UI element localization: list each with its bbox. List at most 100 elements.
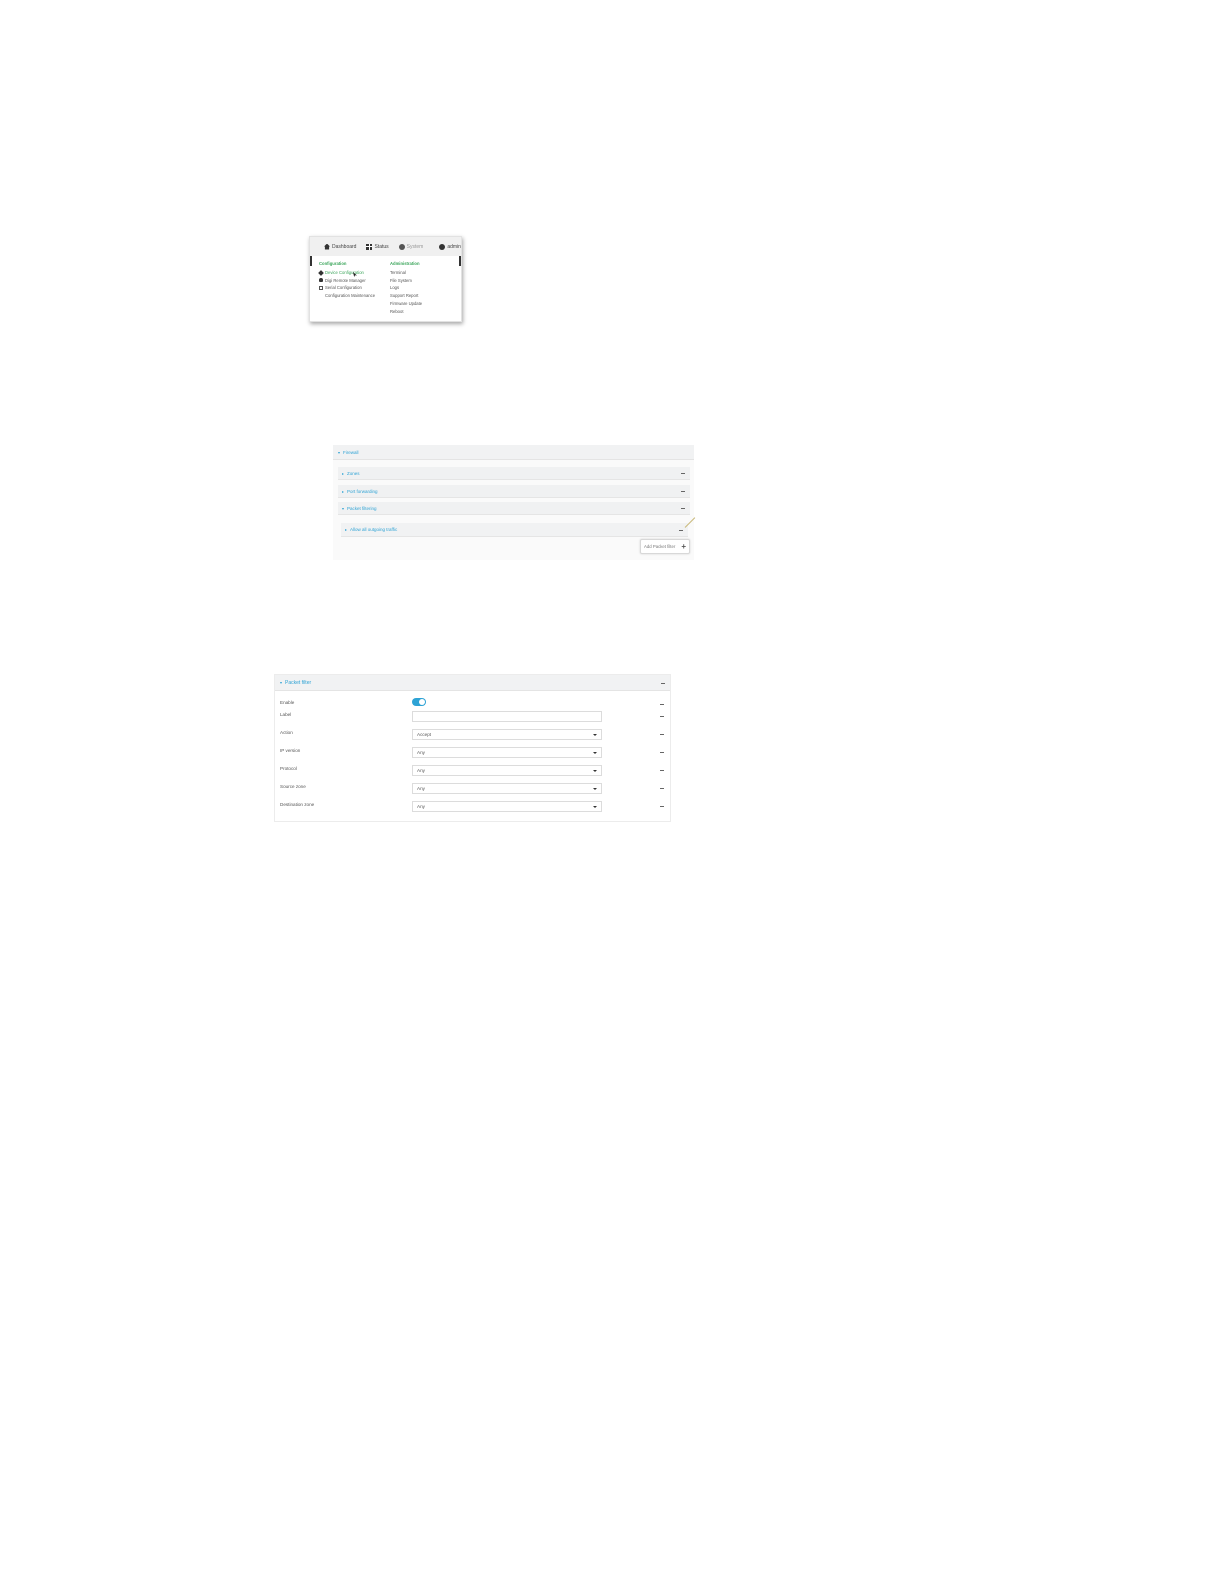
administration-column: Administration Terminal File System Logs… [390, 260, 422, 316]
section-port-forwarding[interactable]: ▸ Port forwarding [338, 485, 690, 498]
top-nav-bar: Dashboard Status System admin [310, 237, 461, 256]
minus-icon[interactable] [681, 491, 685, 492]
caret-down-icon [593, 751, 597, 754]
menu-edge-right [459, 256, 461, 266]
chevron-down-icon: ▾ [280, 680, 283, 685]
label-input[interactable] [412, 711, 602, 722]
nav-status-label: Status [374, 243, 389, 250]
minus-icon[interactable] [661, 682, 665, 684]
chevron-right-icon: ▸ [342, 470, 345, 476]
nav-dashboard[interactable]: Dashboard [324, 243, 357, 250]
source-zone-select[interactable]: Any [412, 783, 602, 794]
protocol-select[interactable]: Any [412, 765, 602, 776]
menu-item-digi-remote-manager[interactable]: Digi Remote Manager [319, 277, 390, 285]
blank-icon [319, 294, 323, 298]
menu-item-reboot[interactable]: Reboot [390, 308, 422, 316]
caret-down-icon [593, 805, 597, 808]
section-label: Packet filtering [347, 505, 377, 511]
field-label: Action [280, 730, 293, 735]
section-label: Zones [347, 470, 360, 476]
minus-icon[interactable] [660, 752, 664, 753]
minus-icon[interactable] [660, 806, 664, 807]
administration-heading: Administration [390, 261, 420, 266]
cloud-icon [319, 278, 323, 283]
enable-toggle[interactable] [412, 698, 426, 706]
field-enable: Enable [275, 698, 670, 710]
nav-admin[interactable]: admin [439, 243, 461, 250]
menu-item-label: Serial Configuration [325, 285, 362, 291]
select-value: Any [417, 804, 425, 809]
nav-system-label: System [406, 243, 424, 250]
system-menu-screenshot: Dashboard Status System admin Configurat… [309, 236, 462, 322]
ip-version-select[interactable]: Any [412, 747, 602, 758]
toggle-knob [419, 699, 425, 705]
firewall-screenshot: ▾ Firewall ▸ Zones ▸ Port forwarding ▾ P… [333, 445, 696, 560]
section-label: Port forwarding [347, 488, 378, 494]
add-packet-filter-label: Add Packet filter [644, 544, 676, 549]
configuration-heading: Configuration [319, 261, 347, 266]
minus-icon[interactable] [660, 734, 664, 735]
serial-icon [319, 286, 323, 291]
wrench-icon [318, 269, 324, 276]
menu-item-label: Digi Remote Manager [325, 277, 366, 283]
select-value: Any [417, 750, 425, 755]
system-dropdown: Configuration Device Configuration Digi … [310, 256, 461, 316]
configuration-column: Configuration Device Configuration Digi … [318, 260, 390, 316]
subsection-allow-outgoing[interactable]: ▸ Allow all outgoing traffic [341, 523, 688, 537]
field-label: Enable [280, 700, 295, 705]
firewall-header[interactable]: ▾ Firewall [333, 445, 694, 504]
dashboard-icon [324, 243, 330, 250]
menu-item-terminal[interactable]: Terminal [390, 269, 422, 277]
minus-icon[interactable] [679, 529, 683, 531]
field-label-row: Label [275, 710, 670, 722]
field-protocol: Protocol Any [275, 764, 670, 776]
section-zones[interactable]: ▸ Zones [338, 467, 690, 480]
field-label: Label [280, 712, 292, 717]
nav-admin-label: admin [447, 243, 461, 250]
chevron-down-icon: ▾ [342, 505, 345, 511]
menu-item-firmware-update[interactable]: Firmware Update [390, 300, 422, 308]
minus-icon[interactable] [681, 508, 685, 509]
nav-system[interactable]: System [398, 243, 424, 250]
field-label: Protocol [280, 766, 297, 771]
minus-icon[interactable] [681, 473, 685, 474]
destination-zone-select[interactable]: Any [412, 801, 602, 812]
caret-down-icon [593, 733, 597, 736]
select-value: Any [417, 786, 425, 791]
add-packet-filter-button[interactable]: Add Packet filter + [640, 539, 690, 554]
menu-edge-left [310, 256, 312, 266]
firewall-title: Firewall [343, 449, 359, 455]
minus-icon[interactable] [660, 770, 664, 771]
select-value: Accept [417, 732, 432, 737]
packet-filter-header[interactable]: ▾ Packet filter [275, 675, 670, 691]
packet-filter-screenshot: ▾ Packet filter Enable Label Action Acce… [274, 674, 671, 822]
chevron-right-icon: ▸ [345, 527, 348, 532]
minus-icon[interactable] [660, 716, 664, 717]
nav-status[interactable]: Status [366, 243, 389, 250]
menu-item-logs[interactable]: Logs [390, 284, 422, 292]
subsection-label: Allow all outgoing traffic [350, 527, 398, 532]
field-destination-zone: Destination zone Any [275, 800, 670, 812]
field-label: Source zone [280, 784, 306, 789]
caret-down-icon [593, 787, 597, 790]
field-action: Action Accept [275, 728, 670, 740]
menu-item-support-report[interactable]: Support Report [390, 292, 422, 300]
field-label: IP version [280, 748, 301, 753]
chevron-right-icon: ▸ [342, 488, 345, 494]
section-packet-filtering[interactable]: ▾ Packet filtering [338, 502, 690, 515]
menu-item-configuration-maintenance[interactable]: Configuration Maintenance [319, 292, 390, 300]
chevron-down-icon: ▾ [338, 449, 341, 455]
menu-item-serial-configuration[interactable]: Serial Configuration [319, 284, 390, 292]
menu-item-label: Configuration Maintenance [325, 293, 376, 299]
field-label: Destination zone [280, 802, 315, 807]
nav-dashboard-label: Dashboard [332, 243, 357, 250]
minus-icon[interactable] [660, 788, 664, 789]
packet-filter-title: Packet filter [285, 679, 312, 686]
status-icon [366, 243, 373, 250]
minus-icon[interactable] [660, 704, 664, 705]
user-icon [439, 243, 446, 250]
action-select[interactable]: Accept [412, 729, 602, 740]
gear-icon [398, 243, 405, 250]
menu-item-file-system[interactable]: File System [390, 277, 422, 285]
caret-down-icon [593, 769, 597, 772]
